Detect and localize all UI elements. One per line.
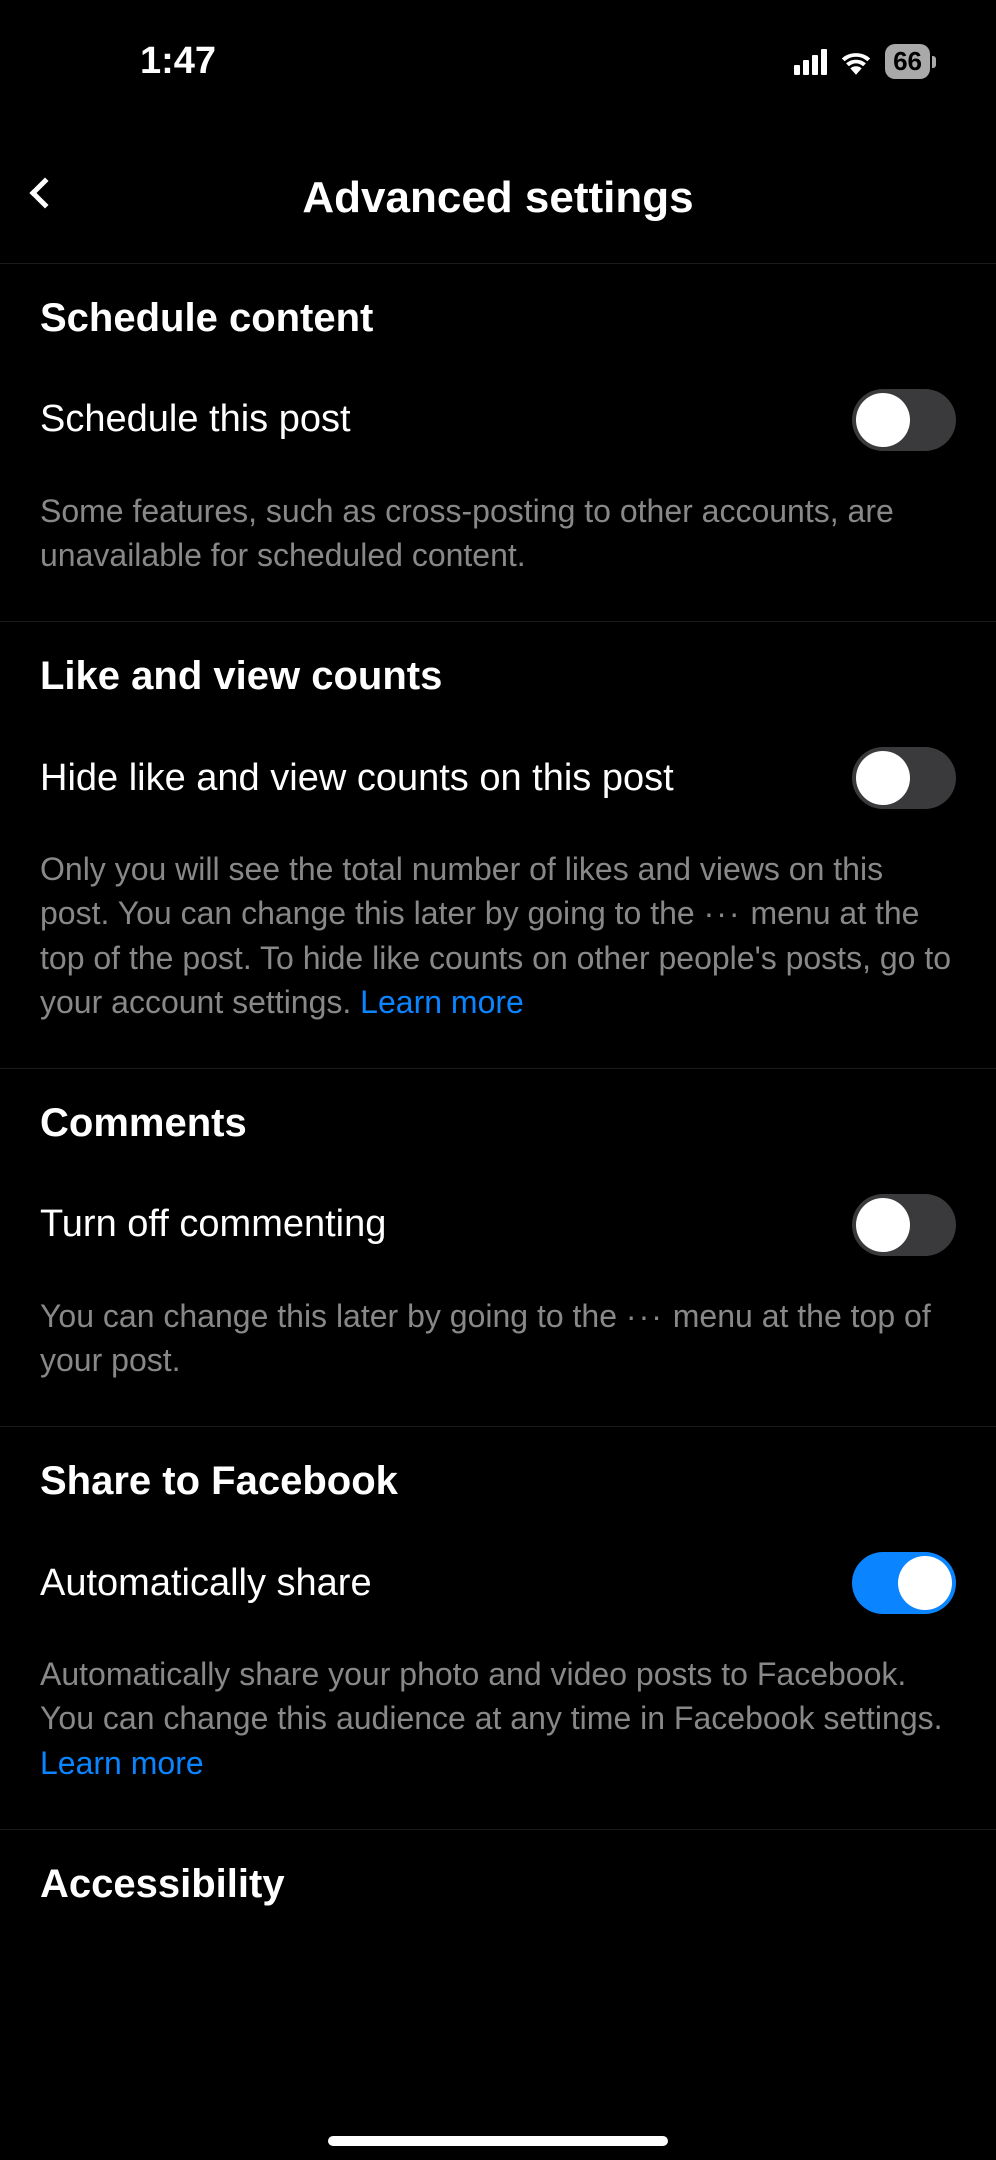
helper-likes: Only you will see the total number of li… (40, 847, 956, 1024)
chevron-left-icon (29, 177, 60, 208)
section-title-schedule: Schedule content (40, 296, 956, 341)
label-schedule-this-post: Schedule this post (40, 395, 832, 444)
wifi-icon (839, 49, 873, 75)
section-title-likes: Like and view counts (40, 654, 956, 699)
toggle-automatically-share[interactable] (852, 1552, 956, 1614)
battery-icon: 66 (885, 44, 930, 79)
section-title-accessibility: Accessibility (40, 1862, 956, 1907)
toggle-hide-likes[interactable] (852, 747, 956, 809)
label-turn-off-commenting: Turn off commenting (40, 1200, 832, 1249)
helper-facebook: Automatically share your photo and video… (40, 1652, 956, 1784)
home-indicator[interactable] (328, 2136, 668, 2146)
section-schedule: Schedule content Schedule this post Some… (0, 264, 996, 622)
page-title: Advanced settings (302, 173, 693, 223)
status-time: 1:47 (140, 40, 216, 83)
row-turn-off-commenting: Turn off commenting (40, 1194, 956, 1256)
battery-level: 66 (893, 46, 922, 77)
helper-comments: You can change this later by going to th… (40, 1294, 956, 1382)
section-title-comments: Comments (40, 1101, 956, 1146)
row-automatically-share: Automatically share (40, 1552, 956, 1614)
label-automatically-share: Automatically share (40, 1559, 832, 1608)
toggle-turn-off-commenting[interactable] (852, 1194, 956, 1256)
learn-more-likes-link[interactable]: Learn more (360, 984, 524, 1020)
section-title-facebook: Share to Facebook (40, 1459, 956, 1504)
cell-signal-icon (794, 49, 827, 75)
helper-schedule: Some features, such as cross-posting to … (40, 489, 956, 577)
section-accessibility: Accessibility (0, 1830, 996, 1951)
more-menu-dots-icon: ··· (626, 1298, 664, 1334)
row-schedule-this-post: Schedule this post (40, 389, 956, 451)
back-button[interactable] (20, 168, 70, 218)
row-hide-likes: Hide like and view counts on this post (40, 747, 956, 809)
section-likes: Like and view counts Hide like and view … (0, 622, 996, 1069)
section-facebook: Share to Facebook Automatically share Au… (0, 1427, 996, 1829)
section-comments: Comments Turn off commenting You can cha… (0, 1069, 996, 1427)
learn-more-facebook-link[interactable]: Learn more (40, 1745, 204, 1781)
status-right: 66 (794, 44, 936, 79)
status-bar: 1:47 66 (0, 0, 996, 113)
header: Advanced settings (0, 113, 996, 264)
label-hide-likes: Hide like and view counts on this post (40, 754, 832, 803)
toggle-schedule-this-post[interactable] (852, 389, 956, 451)
more-menu-dots-icon: ··· (704, 895, 742, 931)
